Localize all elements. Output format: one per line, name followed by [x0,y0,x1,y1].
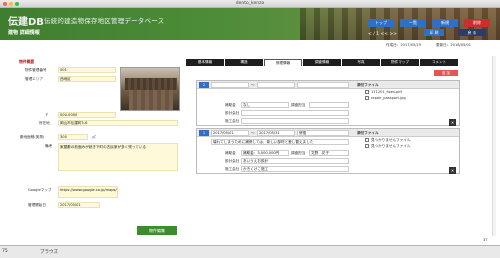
tab-structure[interactable]: 構造 [225,59,263,66]
designer-field[interactable]: あいうえお設計 [241,158,349,164]
postal-field[interactable]: 000-0000 [58,112,116,118]
new-button[interactable]: 新規 [432,19,458,27]
screen-title: 建物 詳細情報 [8,30,40,36]
print-button[interactable]: 印 刷 [424,29,444,36]
subsidy-label: 補助金 [225,151,236,155]
designer-field[interactable] [241,110,349,116]
tab-survey-info[interactable]: 調査情報 [303,59,341,66]
tab-property-map[interactable]: 物件マップ [381,59,419,66]
start-date-label: 管理開始日 [28,203,46,207]
contractor-label: 施工会社 [225,167,240,171]
record-pager[interactable]: < / 1 << >> [368,32,397,37]
record-header: 1 2017/05/01 〜 2017/05/31 修復 [197,129,459,137]
site-area-field[interactable]: 300 [58,134,88,140]
tab-comments[interactable]: コメント [420,59,458,66]
surveyor-label: 調査担当 [291,151,306,155]
address-field[interactable]: 岡山市伝建町5-6 [58,120,178,126]
date-to-field[interactable] [257,82,295,88]
contractor-field[interactable] [241,118,349,124]
area-label: 管理エリア [25,77,43,81]
tab-photos[interactable]: 写真 [342,59,380,66]
remarks-field[interactable]: 家屋敷の前面みが続き下町の古民家が多く残っている [58,143,178,171]
start-date-field[interactable]: 2017/05/01 [58,202,100,208]
record-header: 2 〜 [197,81,459,89]
date-from-field[interactable]: 2017/05/01 [211,130,249,136]
site-area-unit: ㎡ [92,135,96,139]
attachments-title: 添付ファイル [357,83,379,87]
surveyor-field[interactable]: 文野 花子 [309,150,349,156]
delete-button[interactable]: 削除 [464,19,490,27]
app-header: 伝建DB 伝統的建造物保存地区管理データベース 建物 詳細情報 トップ 一覧 新… [0,8,500,40]
record-number: 2 [199,82,209,88]
tab-basic-info[interactable]: 基本情報 [186,59,224,66]
date-separator: 〜 [251,83,255,87]
repair-record-1: 1 2017/05/01 〜 2017/05/31 修復 壊れてしまうために補修… [196,128,460,174]
attachment-checkbox[interactable] [365,138,369,142]
section-title: 物件概要 [19,59,35,64]
attachment-checkbox[interactable] [365,144,369,148]
window-titlebar: dento_kenzo [0,0,500,8]
zoom-level[interactable]: 75 [2,249,8,254]
postal-label: 〒 [45,113,49,117]
surveyor-field[interactable] [309,102,349,108]
site-area-label: 敷地面積(実測) [20,135,45,139]
app-subtitle: 伝統的建造物保存地区管理データベース [44,17,165,25]
category-field[interactable] [297,82,349,88]
attachment-checkbox[interactable] [365,96,369,100]
date-to-field[interactable]: 2017/05/31 [257,130,295,136]
contractor-field[interactable]: かきくけこ施工 [241,166,349,172]
subsidy-field[interactable]: なし [241,102,289,108]
repair-record-2: 2 〜 補助金 なし 調査担当 設計会社 施工会社 添付ファイル 171201_… [196,80,460,126]
app-name: 伝建DB [8,17,44,28]
photo-wall [129,90,173,110]
attachments-title: 添付ファイル [357,131,379,135]
attachment-link[interactable]: 見つかりませんファイル [371,138,410,143]
photo-roof [125,78,177,90]
property-number-field[interactable]: 001 [58,67,116,73]
category-field[interactable]: 修復 [297,130,349,136]
record-number: 1 [199,130,209,136]
google-map-field[interactable]: https://www.google.co.jp/maps/@34.666940… [58,186,118,198]
description-field[interactable]: 壊れてしまうために補修しては、新しい部材と差し替えました [211,139,349,145]
delete-record-icon[interactable]: ✕ [449,167,456,174]
remarks-label: 備考 [45,144,53,148]
status-bar: 75 ブラウズ [0,245,500,258]
attachment-checkbox[interactable] [365,90,369,94]
google-map-label: Googleマップ [28,188,52,192]
date-from-field[interactable] [211,82,249,88]
attachment-link[interactable]: 171201_fixes.pdf [371,90,402,94]
add-record-button[interactable]: 追 加 [434,70,458,76]
return-button[interactable]: 戻 る [458,29,486,36]
building-photo [120,67,180,111]
edit-property-button[interactable]: 物件編集 [137,226,177,235]
area-field[interactable]: 西地区 [58,76,116,82]
window-title: dento_kenzo [235,1,265,6]
page-number: 37 [483,238,488,242]
updated-date: 更新日：2018/05/01 [436,43,472,47]
property-number-label: 物件管理番号 [25,68,47,72]
delete-record-icon[interactable]: ✕ [449,119,456,126]
list-button[interactable]: 一覧 [400,19,426,27]
address-label: 所在地 [39,121,50,125]
subsidy-field[interactable]: 補助金：3,000,000円 [241,150,289,156]
subsidy-label: 補助金 [225,103,236,107]
surveyor-label: 調査担当 [291,103,306,107]
date-separator: 〜 [251,131,255,135]
designer-label: 設計会社 [225,159,240,163]
contractor-label: 施工会社 [225,119,240,123]
mode-indicator[interactable]: ブラウズ [40,249,58,255]
top-button[interactable]: トップ [368,19,394,27]
scrollbar[interactable] [492,56,496,236]
tab-repair-info[interactable]: 修理情報 [264,59,302,66]
created-date: 作成日：2017/05/19 [386,43,422,47]
attachment-link[interactable]: repair_passport.jpg [371,96,406,100]
attachment-link[interactable]: 見つかりませんファイル [371,144,410,149]
designer-label: 設計会社 [225,111,240,115]
